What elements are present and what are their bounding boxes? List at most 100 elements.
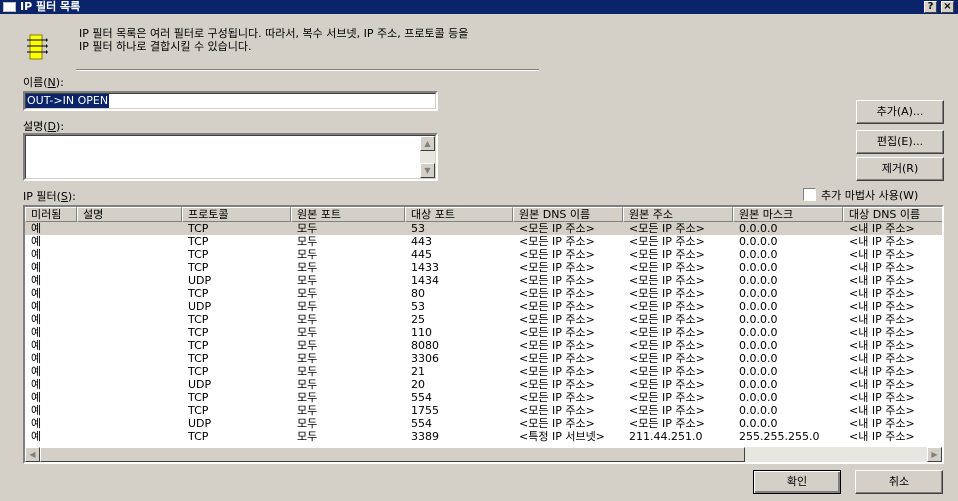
table-cell: 0.0.0.0 bbox=[739, 274, 778, 287]
column-header[interactable]: 원본 DNS 이름 bbox=[513, 207, 623, 222]
table-cell: 1755 bbox=[411, 404, 439, 417]
table-cell: 모두 bbox=[297, 235, 318, 248]
table-cell: 0.0.0.0 bbox=[739, 365, 778, 378]
table-cell: 20 bbox=[411, 378, 425, 391]
table-cell: 0.0.0.0 bbox=[739, 248, 778, 261]
add-button[interactable]: 추가(A)... bbox=[856, 100, 944, 124]
table-cell: <모든 IP 주소> bbox=[629, 417, 705, 430]
dialog-description: IP 필터 목록은 여러 필터로 구성됩니다. 따라서, 복수 서브넷, IP … bbox=[79, 27, 469, 53]
table-cell bbox=[83, 313, 182, 326]
description-label: 설명(D): bbox=[23, 120, 65, 133]
table-cell: 예 bbox=[31, 287, 42, 300]
ip-filters-label: IP 필터(S): bbox=[23, 190, 76, 203]
column-header[interactable]: 미러됨 bbox=[25, 207, 77, 222]
name-label: 이름(N): bbox=[23, 76, 64, 89]
table-cell: 8080 bbox=[411, 339, 439, 352]
help-button[interactable]: ? bbox=[924, 1, 937, 13]
table-cell: <내 IP 주소> bbox=[849, 391, 915, 404]
table-cell: 0.0.0.0 bbox=[739, 352, 778, 365]
column-header[interactable]: 대상 포트 bbox=[405, 207, 513, 222]
description-textarea[interactable]: ▲ ▼ bbox=[23, 133, 438, 181]
table-cell: <내 IP 주소> bbox=[849, 313, 915, 326]
column-header[interactable]: 원본 주소 bbox=[623, 207, 733, 222]
description-scrollbar[interactable]: ▲ ▼ bbox=[420, 136, 435, 178]
table-cell: 110 bbox=[411, 326, 432, 339]
table-cell: <모든 IP 주소> bbox=[629, 248, 705, 261]
table-row[interactable]: 예 UDP 모두 554 <모든 IP 주소> <모든 IP 주소> 0.0.0.0 <내 I… bbox=[25, 417, 942, 430]
table-cell: 모두 bbox=[297, 261, 318, 274]
table-row[interactable]: 예 TCP 모두 3306 <모든 IP 주소> <모든 IP 주소> 0.0.0.0 <내 … bbox=[25, 352, 942, 365]
table-cell: <모든 IP 주소> bbox=[519, 235, 595, 248]
ip-filter-list[interactable]: 미러됨 설명 프로토콜 원본 포트 대상 포트 원본 DNS 이름 원본 주소 원본 마스크 대… bbox=[23, 205, 944, 464]
table-cell: <모든 IP 주소> bbox=[519, 274, 595, 287]
add-wizard-checkbox[interactable] bbox=[803, 188, 816, 201]
column-header[interactable]: 설명 bbox=[77, 207, 182, 222]
table-cell: 0.0.0.0 bbox=[739, 417, 778, 430]
table-cell: <모든 IP 주소> bbox=[629, 287, 705, 300]
table-cell: <모든 IP 주소> bbox=[519, 261, 595, 274]
table-cell: 예 bbox=[31, 430, 42, 443]
table-cell bbox=[83, 287, 182, 300]
table-cell: 3306 bbox=[411, 352, 439, 365]
column-header[interactable]: 대상 DNS 이름 bbox=[843, 207, 942, 222]
table-cell: 21 bbox=[411, 365, 425, 378]
table-cell: 예 bbox=[31, 404, 42, 417]
scroll-thumb[interactable] bbox=[40, 447, 745, 462]
table-cell: <모든 IP 주소> bbox=[519, 391, 595, 404]
name-input[interactable]: OUT->IN OPEN bbox=[23, 91, 438, 111]
table-row[interactable]: 예 TCP 모두 554 <모든 IP 주소> <모든 IP 주소> 0.0.0.0 <내 I… bbox=[25, 391, 942, 404]
table-cell: 모두 bbox=[297, 300, 318, 313]
window-title: IP 필터 목록 bbox=[20, 0, 81, 13]
close-button[interactable]: × bbox=[941, 1, 954, 13]
table-row[interactable]: 예 TCP 모두 1433 <모든 IP 주소> <모든 IP 주소> 0.0.0.0 <내 … bbox=[25, 261, 942, 274]
table-row[interactable]: 예 TCP 모두 80 <모든 IP 주소> <모든 IP 주소> 0.0.0.0 <내 IP… bbox=[25, 287, 942, 300]
table-row[interactable]: 예 TCP 모두 8080 <모든 IP 주소> <모든 IP 주소> 0.0.0.0 <내 … bbox=[25, 339, 942, 352]
table-cell bbox=[83, 404, 182, 417]
column-header[interactable]: 원본 포트 bbox=[291, 207, 405, 222]
table-cell bbox=[83, 352, 182, 365]
cancel-button[interactable]: 취소 bbox=[855, 470, 943, 494]
table-row[interactable]: 예 TCP 모두 53 <모든 IP 주소> <모든 IP 주소> 0.0.0.0 <내 IP… bbox=[25, 222, 942, 235]
name-value: OUT->IN OPEN bbox=[26, 94, 110, 108]
edit-button[interactable]: 편집(E)... bbox=[856, 130, 944, 154]
up-arrow-icon[interactable]: ▲ bbox=[420, 136, 435, 151]
table-cell: 0.0.0.0 bbox=[739, 235, 778, 248]
table-cell: <내 IP 주소> bbox=[849, 404, 915, 417]
filter-list-icon bbox=[27, 34, 48, 60]
table-row[interactable]: 예 UDP 모두 53 <모든 IP 주소> <모든 IP 주소> 0.0.0.0 <내 IP… bbox=[25, 300, 942, 313]
table-row[interactable]: 예 UDP 모두 20 <모든 IP 주소> <모든 IP 주소> 0.0.0.0 <내 IP… bbox=[25, 378, 942, 391]
down-arrow-icon[interactable]: ▼ bbox=[420, 163, 435, 178]
table-cell: 554 bbox=[411, 417, 432, 430]
table-row[interactable]: 예 TCP 모두 110 <모든 IP 주소> <모든 IP 주소> 0.0.0.0 <내 I… bbox=[25, 326, 942, 339]
table-cell bbox=[83, 300, 182, 313]
table-cell: 554 bbox=[411, 391, 432, 404]
table-cell: <모든 IP 주소> bbox=[629, 339, 705, 352]
table-row[interactable]: 예 TCP 모두 1755 <모든 IP 주소> <모든 IP 주소> 0.0.0.0 <내 … bbox=[25, 404, 942, 417]
table-cell: UDP bbox=[188, 300, 212, 313]
add-wizard-label[interactable]: 추가 마법사 사용(W) bbox=[821, 187, 918, 203]
table-cell: <모든 IP 주소> bbox=[629, 404, 705, 417]
table-cell bbox=[83, 378, 182, 391]
table-cell: TCP bbox=[188, 365, 209, 378]
table-cell: <모든 IP 주소> bbox=[519, 365, 595, 378]
table-cell: <모든 IP 주소> bbox=[629, 378, 705, 391]
horizontal-scrollbar[interactable]: ◀ ▶ bbox=[25, 447, 942, 462]
table-row[interactable]: 예 TCP 모두 3389 <특정 IP 서브넷> 211.44.251.0 255.255… bbox=[25, 430, 942, 443]
table-cell bbox=[83, 235, 182, 248]
table-cell: TCP bbox=[188, 339, 209, 352]
table-row[interactable]: 예 TCP 모두 21 <모든 IP 주소> <모든 IP 주소> 0.0.0.0 <내 IP… bbox=[25, 365, 942, 378]
table-cell: <특정 IP 서브넷> bbox=[519, 430, 605, 443]
table-row[interactable]: 예 TCP 모두 445 <모든 IP 주소> <모든 IP 주소> 0.0.0.0 <내 I… bbox=[25, 248, 942, 261]
left-arrow-icon[interactable]: ◀ bbox=[25, 447, 40, 462]
ok-button[interactable]: 확인 bbox=[753, 470, 841, 494]
table-row[interactable]: 예 TCP 모두 443 <모든 IP 주소> <모든 IP 주소> 0.0.0.0 <내 I… bbox=[25, 235, 942, 248]
column-header[interactable]: 프로토콜 bbox=[182, 207, 291, 222]
column-header[interactable]: 원본 마스크 bbox=[733, 207, 843, 222]
table-cell: 모두 bbox=[297, 287, 318, 300]
table-cell: 3389 bbox=[411, 430, 439, 443]
table-cell: 모두 bbox=[297, 417, 318, 430]
table-row[interactable]: 예 TCP 모두 25 <모든 IP 주소> <모든 IP 주소> 0.0.0.0 <내 IP… bbox=[25, 313, 942, 326]
right-arrow-icon[interactable]: ▶ bbox=[927, 447, 942, 462]
remove-button[interactable]: 제거(R) bbox=[856, 157, 944, 181]
table-row[interactable]: 예 UDP 모두 1434 <모든 IP 주소> <모든 IP 주소> 0.0.0.0 <내 … bbox=[25, 274, 942, 287]
